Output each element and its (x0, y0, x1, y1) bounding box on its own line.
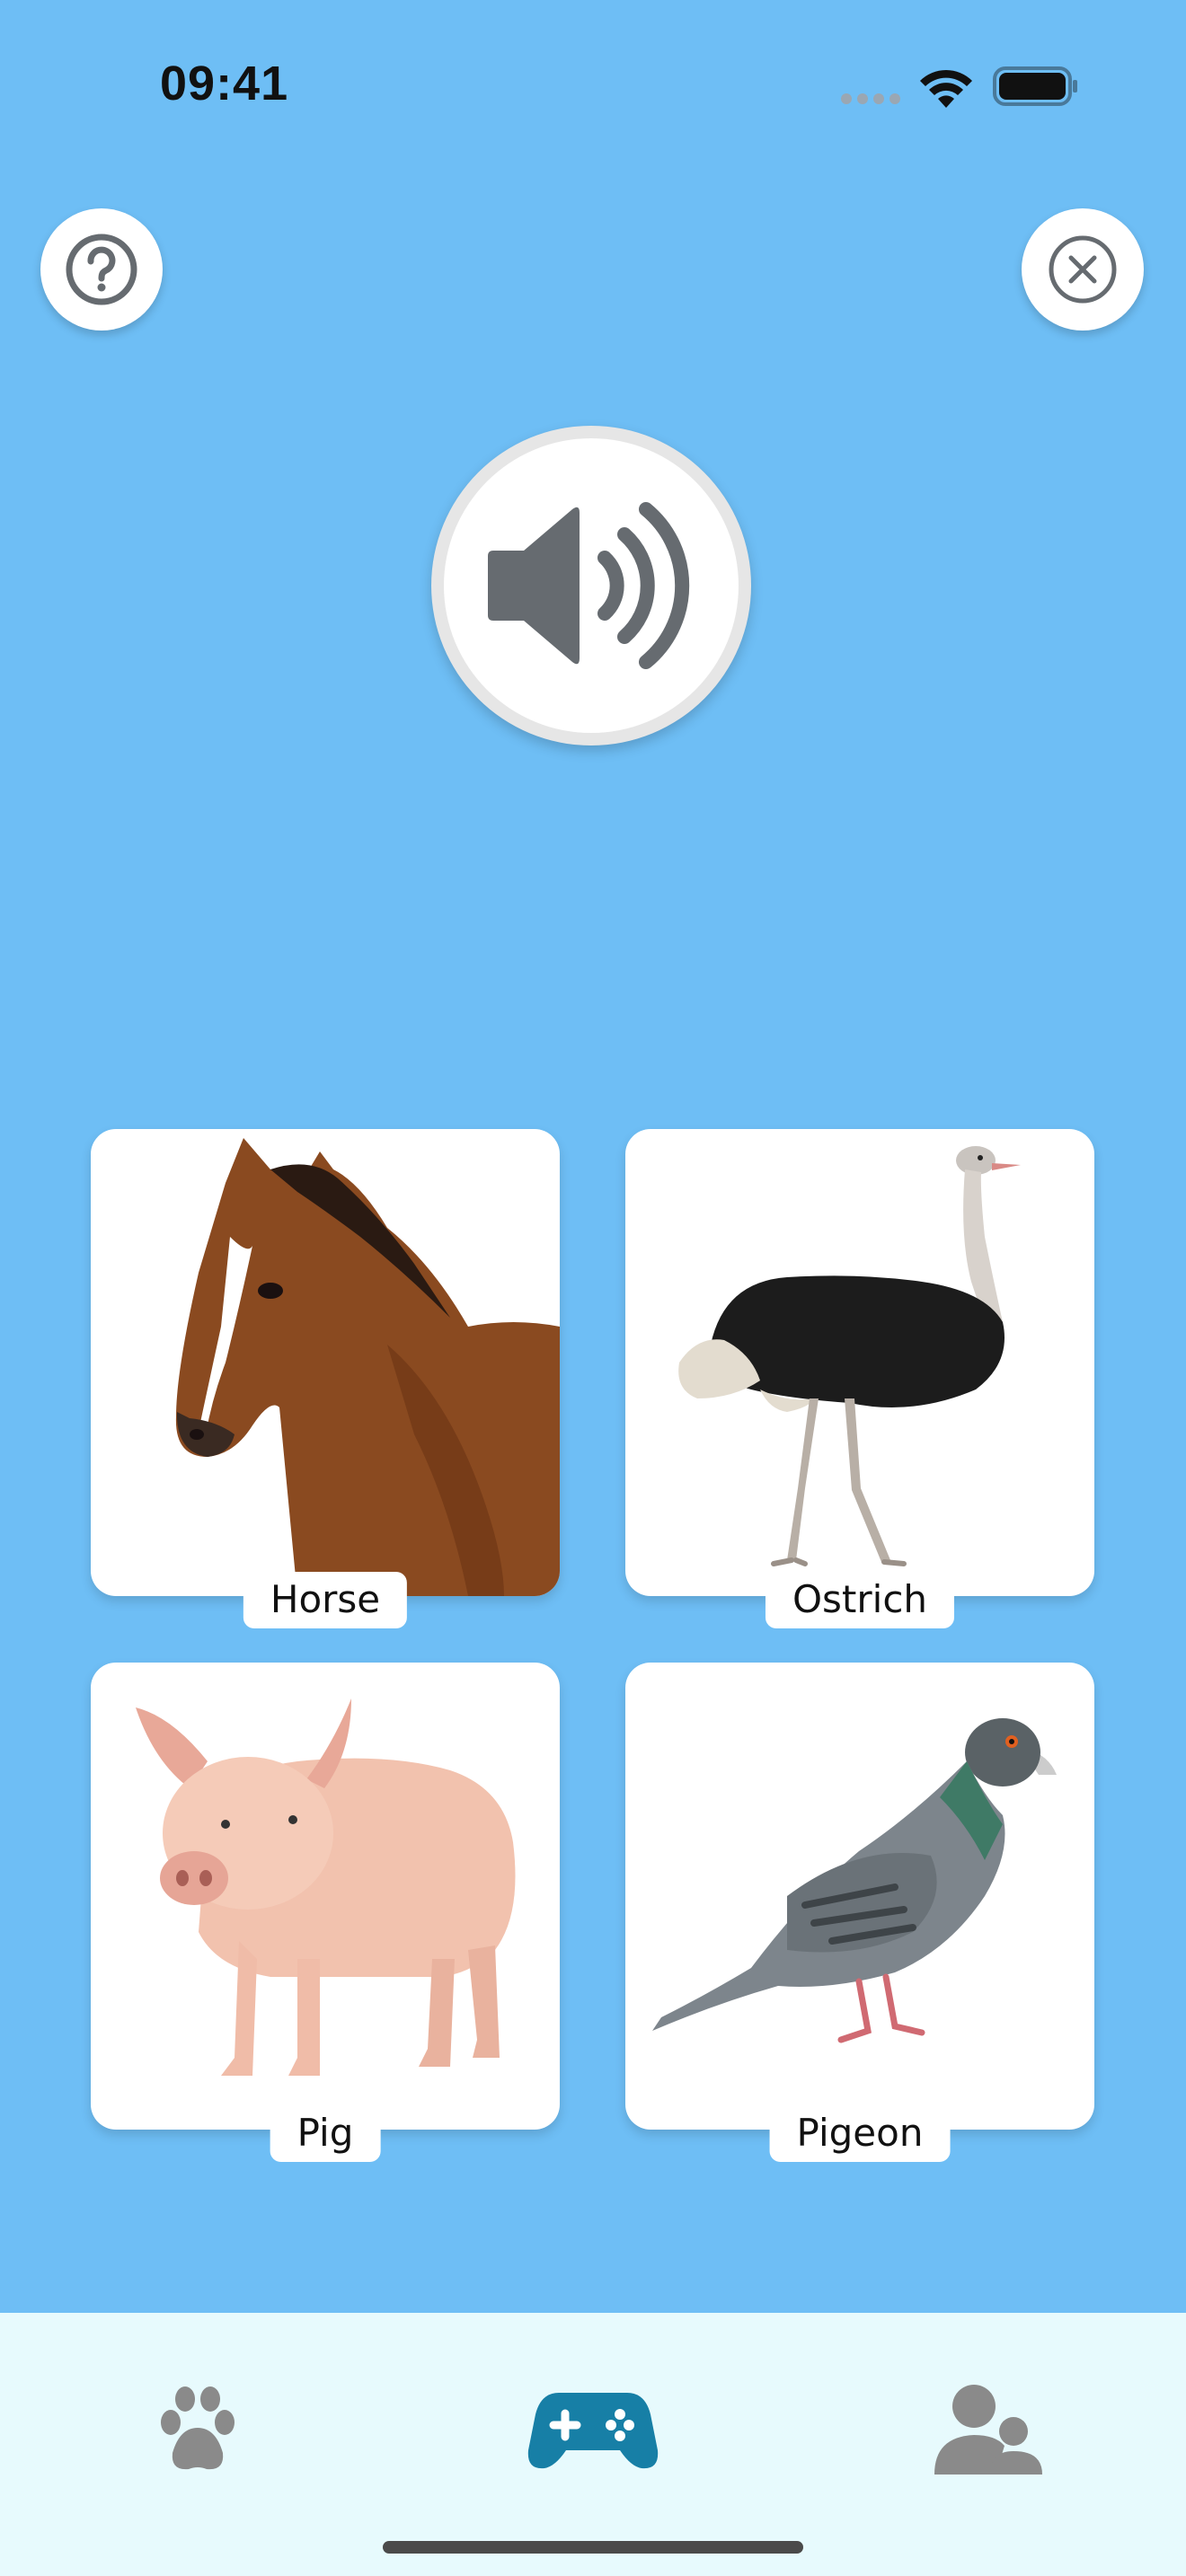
status-time: 09:41 (160, 57, 289, 110)
battery-icon (993, 66, 1077, 106)
answer-card-ostrich[interactable]: Ostrich (625, 1129, 1094, 1628)
tab-games[interactable] (521, 2367, 665, 2492)
help-button[interactable] (40, 208, 163, 331)
answer-card-label: Pigeon (769, 2105, 951, 2162)
tab-animals[interactable] (135, 2367, 261, 2492)
play-sound-button[interactable] (431, 426, 751, 745)
speaker-icon (488, 502, 690, 669)
play-sound-button-face (444, 438, 739, 733)
answer-card-pigeon[interactable]: Pigeon (625, 1663, 1094, 2162)
horse-image (175, 1138, 560, 1596)
question-circle-icon (66, 234, 137, 305)
answer-card-label: Pig (270, 2105, 381, 2162)
paw-icon (161, 2386, 235, 2470)
cellular-signal-icon (841, 93, 900, 104)
tab-profile[interactable] (925, 2367, 1051, 2492)
status-bar: 09:41 (0, 0, 1186, 171)
answer-card-label: Horse (243, 1572, 408, 1628)
tab-bar (0, 2313, 1186, 2576)
wifi-icon (920, 69, 972, 108)
home-indicator (383, 2541, 803, 2554)
profile-icon (934, 2385, 1042, 2475)
answer-card-horse[interactable]: Horse (91, 1129, 560, 1628)
answer-card-label: Ostrich (765, 1572, 955, 1628)
pig-image (136, 1698, 516, 2076)
ostrich-image (678, 1146, 1021, 1566)
gamepad-icon (527, 2393, 659, 2469)
answer-card-pig[interactable]: Pig (91, 1663, 560, 2162)
pigeon-image (652, 1718, 1057, 2043)
close-button[interactable] (1022, 208, 1144, 331)
close-circle-icon (1049, 235, 1117, 304)
